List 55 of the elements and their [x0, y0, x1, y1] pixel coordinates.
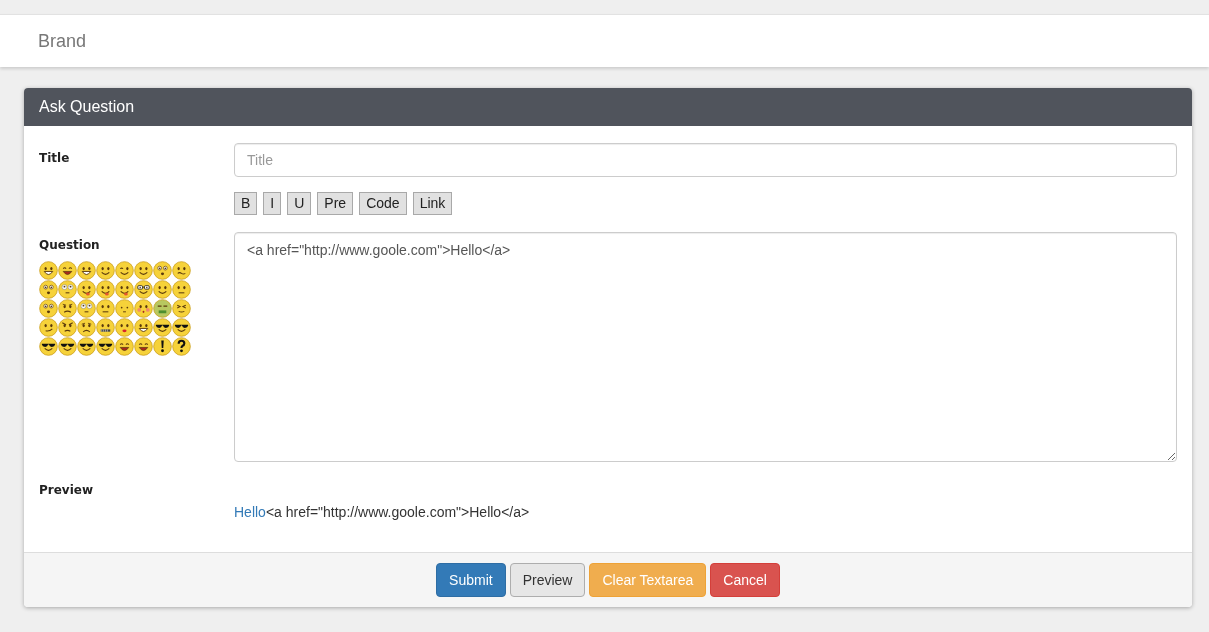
- field-label: Title: [39, 150, 70, 167]
- format-button[interactable]: Link: [412, 192, 453, 215]
- angry-face-icon[interactable]: [58, 318, 77, 337]
- surprised-face-icon[interactable]: [39, 299, 58, 318]
- confused-face-icon[interactable]: [172, 261, 191, 280]
- glasses-face-icon[interactable]: [134, 280, 153, 299]
- tongue-out-face-icon[interactable]: [96, 280, 115, 299]
- format-button[interactable]: U: [287, 192, 312, 215]
- sunglasses-face-icon[interactable]: [153, 318, 172, 337]
- laughing-face-icon[interactable]: [115, 337, 134, 356]
- zipper-mouth-face-icon[interactable]: [96, 318, 115, 337]
- tongue-out-face-icon[interactable]: [77, 280, 96, 299]
- tongue-out-face-icon[interactable]: [115, 280, 134, 299]
- format-button[interactable]: Pre: [317, 192, 354, 215]
- sunglasses-face-icon[interactable]: [58, 337, 77, 356]
- neutral-face-icon[interactable]: [172, 280, 191, 299]
- blushing-face-icon[interactable]: [134, 299, 153, 318]
- exclamation-icon[interactable]: [153, 337, 172, 356]
- laughing-face-icon[interactable]: [58, 261, 77, 280]
- format-button[interactable]: B: [234, 192, 258, 215]
- cancel-button[interactable]: Cancel: [710, 563, 780, 597]
- preview-button[interactable]: Preview: [509, 563, 586, 597]
- squinting-face-icon[interactable]: [172, 299, 191, 318]
- field-label: Preview: [39, 482, 93, 499]
- panel-title: Ask Question: [39, 97, 135, 117]
- laughing-face-icon[interactable]: [134, 337, 153, 356]
- sad-face-icon[interactable]: [77, 318, 96, 337]
- grinning-face-icon[interactable]: [77, 261, 96, 280]
- grinning-face-icon[interactable]: [134, 318, 153, 337]
- smiling-face-icon[interactable]: [134, 261, 153, 280]
- submit-button[interactable]: Submit: [436, 563, 506, 597]
- preview-text: Hello<a href="http://www.goole.com">Hello</a>: [234, 503, 531, 522]
- sunglasses-face-icon[interactable]: [172, 318, 191, 337]
- question-textarea[interactable]: <a href="http://www.goole.com">Hello</a>: [234, 232, 1177, 462]
- format-button[interactable]: Code: [359, 192, 407, 215]
- sunglasses-face-icon[interactable]: [96, 337, 115, 356]
- sunglasses-face-icon[interactable]: [39, 337, 58, 356]
- sick-face-icon[interactable]: [153, 299, 172, 318]
- question-mark-icon[interactable]: [172, 337, 191, 356]
- frowning-face-icon[interactable]: [58, 299, 77, 318]
- smirking-face-icon[interactable]: [39, 318, 58, 337]
- preview-link[interactable]: Hello: [234, 504, 266, 520]
- smiling-face-icon[interactable]: [153, 280, 172, 299]
- sunglasses-face-icon[interactable]: [77, 337, 96, 356]
- neutral-face-icon[interactable]: [96, 299, 115, 318]
- format-button[interactable]: I: [263, 192, 282, 215]
- smiling-face-icon[interactable]: [96, 261, 115, 280]
- surprised-face-icon[interactable]: [39, 280, 58, 299]
- brand-link[interactable]: Brand: [38, 32, 87, 50]
- winking-face-icon[interactable]: [115, 261, 134, 280]
- surprised-face-icon[interactable]: [153, 261, 172, 280]
- grinning-face-icon[interactable]: [39, 261, 58, 280]
- field-label: Question: [39, 237, 100, 254]
- kissing-face-icon[interactable]: [115, 318, 134, 337]
- title-input[interactable]: Title: [234, 143, 1177, 177]
